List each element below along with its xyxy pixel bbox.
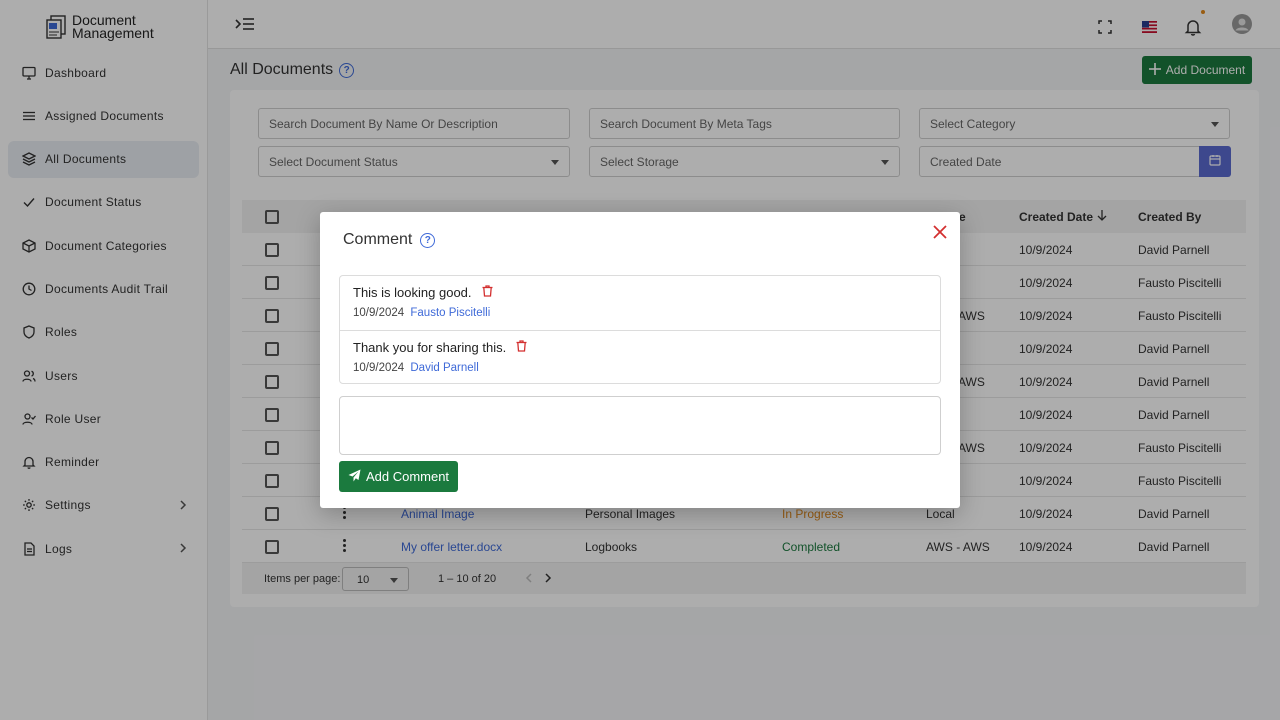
comment-text: This is looking good.	[353, 285, 472, 300]
comment-item: This is looking good. 10/9/2024 Fausto P…	[340, 276, 940, 330]
comment-date: 10/9/2024	[353, 307, 405, 319]
dialog-title: Comment ?	[343, 231, 436, 249]
comment-date: 10/9/2024	[353, 362, 405, 374]
dialog-title-text: Comment	[343, 231, 413, 248]
comment-input[interactable]	[339, 396, 941, 455]
comment-author: David Parnell	[410, 362, 479, 374]
help-icon[interactable]: ?	[420, 232, 436, 248]
comment-author: Fausto Piscitelli	[410, 307, 491, 319]
send-icon	[348, 469, 361, 485]
add-comment-button[interactable]: Add Comment	[339, 461, 458, 492]
delete-trash-icon[interactable]	[482, 285, 493, 300]
delete-trash-icon[interactable]	[516, 340, 527, 355]
add-comment-label: Add Comment	[365, 469, 450, 484]
comment-text: Thank you for sharing this.	[353, 340, 507, 355]
comment-item: Thank you for sharing this. 10/9/2024 Da…	[340, 330, 940, 384]
close-icon[interactable]	[932, 224, 948, 240]
comment-list: This is looking good. 10/9/2024 Fausto P…	[339, 275, 941, 384]
comment-dialog: Comment ? This is looking good. 10/9/202…	[320, 212, 960, 508]
